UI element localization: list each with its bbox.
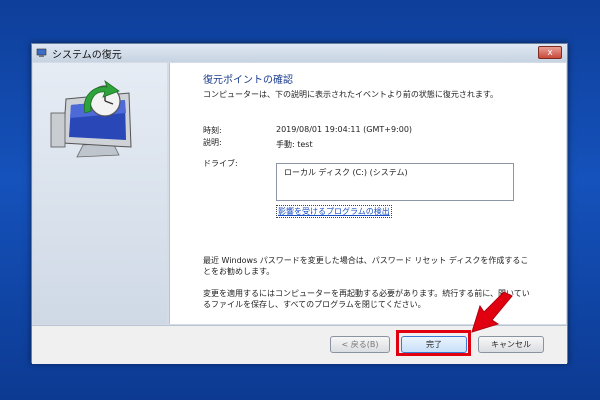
system-restore-icon	[36, 48, 47, 57]
restore-description: コンピューターは、下の説明に表示されたイベントより前の状態に復元されます。	[203, 90, 499, 99]
description-label: 説明:	[203, 138, 222, 147]
drives-list[interactable]: ローカル ディスク (C:) (システム)	[276, 163, 514, 201]
description-value: 手動: test	[276, 140, 313, 149]
drives-label: ドライブ:	[203, 159, 238, 168]
drive-list-item[interactable]: ローカル ディスク (C:) (システム)	[284, 167, 408, 178]
red-arrow-icon	[471, 291, 513, 333]
password-note: 最近 Windows パスワードを変更した場合は、パスワード リセット ディスク…	[203, 256, 529, 276]
title-bar[interactable]: システムの復元 x	[32, 44, 567, 62]
left-banner	[33, 63, 167, 324]
restore-computer-icon	[50, 79, 132, 158]
cancel-button[interactable]: キャンセル	[478, 336, 544, 353]
time-label: 時刻:	[203, 126, 222, 135]
time-value: 2019/08/01 19:04:11 (GMT+9:00)	[276, 125, 413, 134]
page-title: 復元ポイントの確認	[203, 75, 293, 86]
content-pane: 復元ポイントの確認 コンピューターは、下の説明に表示されたイベントより前の状態に…	[169, 63, 566, 324]
window-title: システムの復元	[52, 50, 122, 61]
back-button[interactable]: < 戻る(B)	[330, 336, 390, 353]
close-button[interactable]: x	[538, 46, 562, 59]
finish-highlight-box	[396, 330, 471, 356]
scan-affected-programs-link[interactable]: 影響を受けるプログラムの検出	[276, 205, 392, 218]
